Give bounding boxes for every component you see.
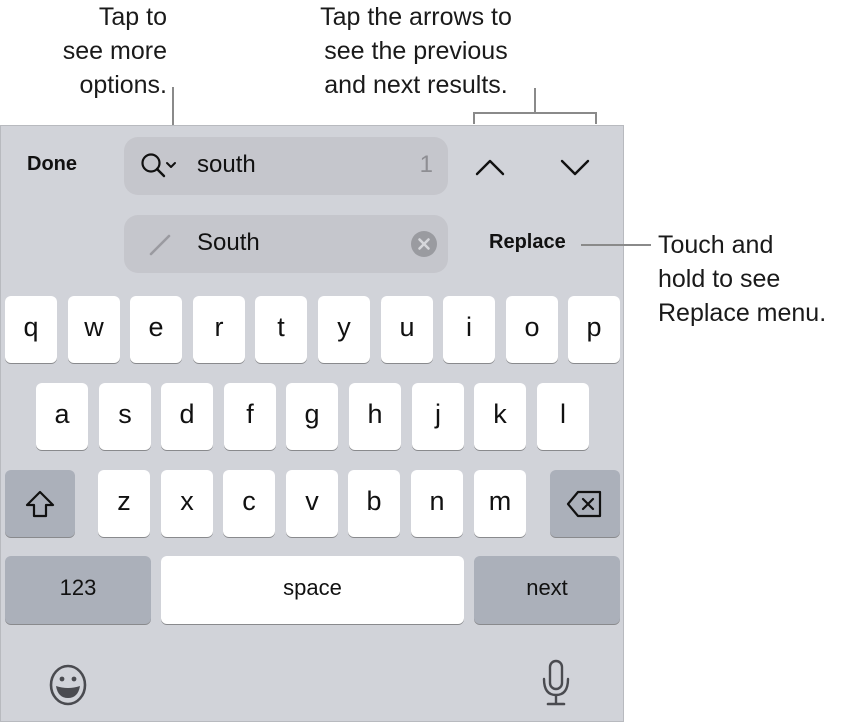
key-label: e: [148, 312, 164, 342]
key-label: w: [84, 312, 104, 342]
callout-arrows-bracket-left: [473, 112, 475, 124]
key-g[interactable]: g: [286, 383, 338, 450]
numbers-key-label: 123: [59, 575, 97, 600]
next-key-label: next: [526, 575, 568, 600]
callout-options-line-2: see more: [62, 37, 167, 65]
callout-arrows-line-1: Tap the arrows to: [320, 3, 512, 31]
key-o[interactable]: o: [506, 296, 558, 363]
callout-replace-line-2: hold to see: [658, 265, 781, 293]
key-label: t: [277, 312, 285, 342]
key-label: r: [214, 312, 224, 342]
callout-arrows-line-2: see the previous: [324, 37, 508, 65]
callout-options-line-1: Tap to: [98, 3, 167, 31]
key-y[interactable]: y: [318, 296, 370, 363]
chevron-down-icon: [560, 159, 590, 176]
callout-arrows-bracket-right: [595, 112, 597, 124]
key-v[interactable]: v: [286, 470, 338, 537]
key-d[interactable]: d: [161, 383, 213, 450]
key-label: g: [304, 399, 320, 429]
key-k[interactable]: k: [474, 383, 526, 450]
key-label: k: [493, 399, 507, 429]
callout-replace-leader: [581, 244, 651, 246]
key-label: x: [180, 486, 194, 516]
replace-field[interactable]: South: [124, 215, 448, 273]
space-key-label: space: [283, 575, 342, 600]
shift-arrow-icon: [25, 490, 55, 517]
key-label: p: [586, 312, 602, 342]
key-label: i: [466, 312, 472, 342]
key-label: n: [429, 486, 445, 516]
key-label: m: [488, 486, 512, 516]
replace-button[interactable]: Replace: [489, 231, 566, 254]
match-count: 1: [419, 151, 433, 178]
key-label: a: [54, 399, 70, 429]
next-result-button[interactable]: [555, 147, 595, 187]
search-options-icon[interactable]: [140, 152, 184, 182]
key-n[interactable]: n: [411, 470, 463, 537]
key-w[interactable]: w: [68, 296, 120, 363]
key-label: h: [367, 399, 383, 429]
done-button[interactable]: Done: [27, 153, 77, 176]
callout-arrows-line-3: and next results.: [324, 71, 508, 99]
key-u[interactable]: u: [381, 296, 433, 363]
key-e[interactable]: e: [130, 296, 182, 363]
key-a[interactable]: a: [36, 383, 88, 450]
key-f[interactable]: f: [224, 383, 276, 450]
key-label: v: [305, 486, 319, 516]
key-m[interactable]: m: [474, 470, 526, 537]
key-label: q: [23, 312, 39, 342]
delete-backspace-icon: [566, 490, 602, 517]
key-s[interactable]: s: [99, 383, 151, 450]
callout-arrows-leader: [534, 88, 536, 114]
key-label: d: [179, 399, 195, 429]
key-l[interactable]: l: [537, 383, 589, 450]
key-label: l: [560, 399, 566, 429]
callout-replace-line-3: Replace menu.: [658, 299, 827, 327]
emoji-smiley-icon: [49, 664, 87, 706]
microphone-icon: [542, 659, 570, 706]
shift-key[interactable]: [5, 470, 75, 537]
key-label: f: [246, 399, 254, 429]
key-label: z: [117, 486, 131, 516]
key-j[interactable]: j: [412, 383, 464, 450]
key-z[interactable]: z: [98, 470, 150, 537]
key-label: s: [118, 399, 132, 429]
delete-key[interactable]: [550, 470, 620, 537]
search-field[interactable]: south 1: [124, 137, 448, 195]
key-label: o: [524, 312, 540, 342]
key-b[interactable]: b: [348, 470, 400, 537]
callout-options-line-3: options.: [79, 71, 167, 99]
next-key[interactable]: next: [474, 556, 620, 624]
key-label: c: [242, 486, 256, 516]
key-label: j: [435, 399, 441, 429]
numbers-key[interactable]: 123: [5, 556, 151, 624]
clear-icon[interactable]: [411, 231, 437, 257]
space-key[interactable]: space: [161, 556, 464, 624]
emoji-button[interactable]: [44, 661, 92, 709]
callout-options: Tap to see more options.: [63, 0, 167, 102]
key-c[interactable]: c: [223, 470, 275, 537]
callout-replace-line-1: Touch and: [658, 231, 774, 259]
key-label: b: [366, 486, 382, 516]
key-label: y: [337, 312, 351, 342]
key-x[interactable]: x: [161, 470, 213, 537]
previous-result-button[interactable]: [470, 147, 510, 187]
key-i[interactable]: i: [443, 296, 495, 363]
key-label: u: [399, 312, 415, 342]
callout-arrows: Tap the arrows to see the previous and n…: [296, 0, 536, 102]
key-t[interactable]: t: [255, 296, 307, 363]
search-input[interactable]: south: [197, 151, 256, 179]
chevron-up-icon: [475, 159, 505, 176]
callout-arrows-bracket: [473, 112, 597, 114]
key-h[interactable]: h: [349, 383, 401, 450]
key-q[interactable]: q: [5, 296, 57, 363]
key-r[interactable]: r: [193, 296, 245, 363]
callout-replace: Touch and hold to see Replace menu.: [658, 228, 826, 330]
microphone-button[interactable]: [536, 659, 576, 709]
pencil-icon: [148, 233, 174, 257]
key-p[interactable]: p: [568, 296, 620, 363]
replace-input[interactable]: South: [197, 229, 260, 257]
